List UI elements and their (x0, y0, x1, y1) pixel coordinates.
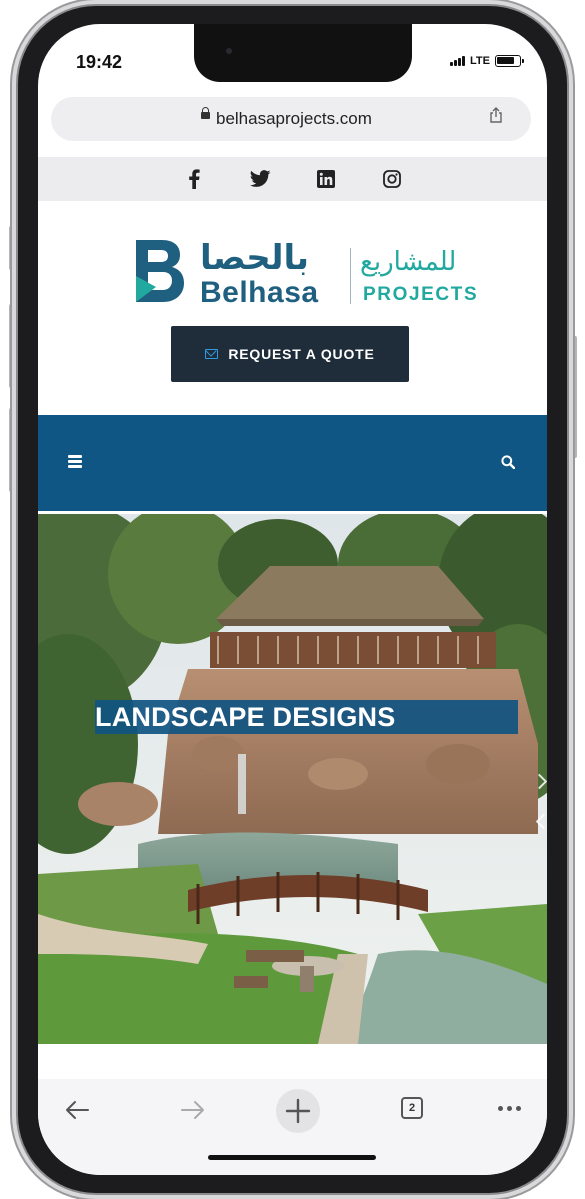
signal-icon (450, 56, 466, 66)
hero-landscape-image (38, 514, 547, 1044)
lock-icon (201, 107, 210, 119)
linkedin-icon[interactable] (313, 166, 339, 192)
hero-title: LANDSCAPE DESIGNS (95, 700, 518, 734)
belhasa-logo-mark (136, 240, 184, 302)
new-tab-button[interactable] (276, 1089, 320, 1133)
more-options-icon[interactable] (498, 1106, 521, 1111)
logo-arabic-name: بالحصا (200, 239, 310, 277)
status-indicators: LTE (450, 55, 524, 67)
browser-toolbar: 2 (38, 1079, 547, 1175)
address-bar[interactable]: belhasaprojects.com (51, 97, 531, 141)
status-time: 19:42 (76, 52, 123, 72)
hero-slider[interactable]: LANDSCAPE DESIGNS (38, 514, 547, 1044)
navigation-bar (38, 415, 547, 511)
hamburger-menu-icon[interactable] (68, 455, 82, 468)
url-text: belhasaprojects.com (216, 109, 372, 128)
instagram-icon[interactable] (379, 166, 405, 192)
logo-arabic-division: للمشاريع (360, 246, 457, 276)
search-icon[interactable] (501, 455, 515, 469)
logo-divider (350, 248, 351, 304)
power-button (571, 336, 577, 458)
envelope-icon (205, 349, 219, 359)
request-quote-button[interactable]: REQUEST A QUOTE (171, 326, 409, 382)
forward-arrow-icon[interactable] (178, 1095, 208, 1125)
volume-up-button (9, 304, 15, 388)
home-indicator (208, 1155, 376, 1160)
request-quote-label: REQUEST A QUOTE (228, 346, 375, 362)
notch (194, 24, 412, 82)
plus-icon (285, 1098, 311, 1124)
facebook-icon[interactable] (181, 166, 207, 192)
social-bar (38, 157, 547, 201)
tabs-button[interactable]: 2 (401, 1097, 423, 1119)
mute-switch (9, 226, 15, 270)
back-arrow-icon[interactable] (62, 1095, 92, 1125)
volume-down-button (9, 408, 15, 492)
logo-english-division: PROJECTS (363, 284, 479, 305)
network-type: LTE (470, 55, 490, 67)
phone-screen: 19:42 LTE belhasaprojects.com بالحصا Bel… (38, 24, 547, 1175)
twitter-icon[interactable] (247, 166, 273, 192)
logo-english-name: Belhasa (200, 276, 319, 309)
battery-icon (495, 55, 524, 67)
front-camera (226, 48, 232, 54)
share-icon[interactable] (489, 107, 503, 123)
